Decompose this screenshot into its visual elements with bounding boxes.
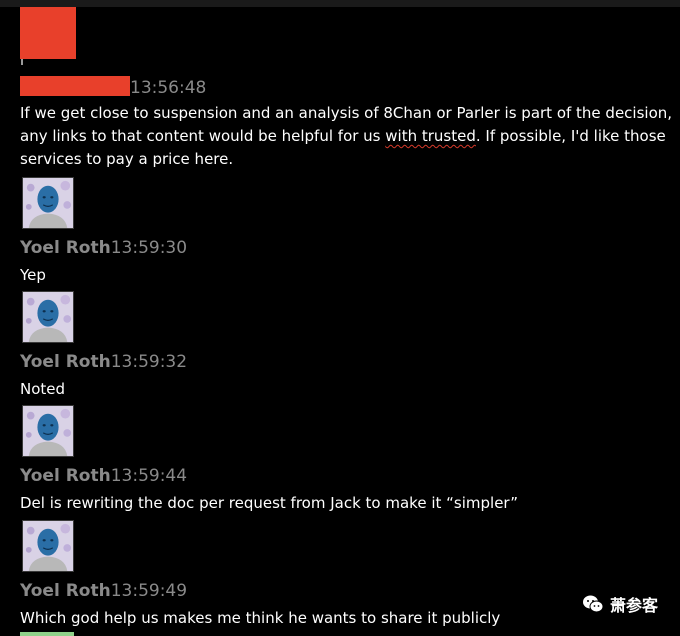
avatar[interactable]: [22, 291, 74, 343]
message-header: Yoel Roth13:59:49: [20, 579, 187, 603]
message-time: 13:59:49: [110, 581, 188, 601]
sender-name[interactable]: Yoel Roth: [20, 238, 111, 258]
spellcheck-underlined-text: with trusted: [385, 127, 476, 145]
message-header: Yoel Roth13:59:44: [20, 464, 187, 488]
sender-name[interactable]: Yoel Roth: [20, 581, 111, 601]
user-avatar-icon: [23, 406, 73, 456]
redacted-sender-name: [20, 76, 130, 96]
message-header: 13:56:48: [20, 76, 206, 100]
message-time: 13:59:30: [110, 238, 188, 258]
watermark: 萧参客: [582, 592, 658, 616]
message-time: 13:59:44: [110, 466, 188, 486]
user-avatar-icon: [23, 178, 73, 228]
sender-name[interactable]: Yoel Roth: [20, 466, 111, 486]
message-header: Yoel Roth13:59:32: [20, 350, 187, 374]
message-text: Del is rewriting the doc per request fro…: [20, 494, 518, 512]
next-avatar-edge: [20, 632, 74, 636]
user-avatar-icon: [23, 292, 73, 342]
message-text: Which god help us makes me think he want…: [20, 609, 501, 627]
message-time: 13:59:32: [110, 352, 188, 372]
avatar[interactable]: [22, 405, 74, 457]
watermark-text: 萧参客: [609, 596, 658, 615]
user-avatar-icon: [23, 521, 73, 571]
sender-name[interactable]: Yoel Roth: [20, 352, 111, 372]
message-time: 13:56:48: [130, 78, 207, 98]
wechat-icon: [582, 595, 604, 613]
avatar-edge: [21, 59, 23, 65]
message-text: If we get close to suspension and an ana…: [20, 102, 675, 171]
message-text: Noted: [20, 380, 66, 398]
message-text: Yep: [20, 266, 46, 284]
redacted-avatar: [20, 7, 76, 65]
avatar[interactable]: [22, 520, 74, 572]
avatar[interactable]: [22, 177, 74, 229]
top-bar: [0, 0, 680, 7]
message-header: Yoel Roth13:59:30: [20, 236, 187, 260]
